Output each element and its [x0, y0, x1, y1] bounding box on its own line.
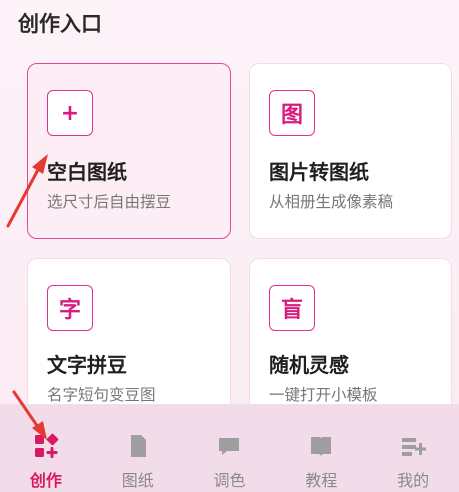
card-random-inspiration[interactable]: 盲 随机灵感 一键打开小模板 [249, 258, 452, 428]
card-title: 空白图纸 [47, 160, 127, 184]
card-title: 随机灵感 [269, 353, 349, 377]
book-icon [311, 437, 332, 456]
card-blank-canvas[interactable]: + 空白图纸 选尺寸后自由摆豆 [27, 63, 231, 239]
card-desc: 从相册生成像素稿 [269, 193, 394, 211]
blind-box-glyph-icon: 盲 [269, 285, 315, 331]
plus-icon: + [47, 90, 93, 136]
document-icon [130, 435, 146, 457]
card-image-to-pattern[interactable]: 图 图片转图纸 从相册生成像素稿 [249, 63, 452, 239]
create-grid-icon [34, 433, 59, 458]
chat-bubble-icon [219, 438, 240, 455]
card-desc: 选尺寸后自由摆豆 [47, 193, 172, 211]
card-text-beads[interactable]: 字 文字拼豆 名字短句变豆图 [27, 258, 231, 428]
tab-label: 图纸 [121, 471, 154, 490]
tab-label: 调色 [213, 471, 246, 490]
card-title: 图片转图纸 [269, 160, 369, 184]
tab-label: 创作 [29, 471, 62, 490]
tab-label: 我的 [397, 471, 430, 490]
image-glyph-icon: 图 [269, 90, 315, 136]
tab-palette[interactable]: 调色 [184, 404, 276, 492]
tab-profile[interactable]: 我的 [367, 404, 459, 492]
tab-label: 教程 [305, 471, 338, 490]
tab-create[interactable]: 创作 [0, 404, 92, 492]
bottom-tab-bar: 创作 图纸 调色 教程 我的 [0, 404, 459, 492]
tab-patterns[interactable]: 图纸 [92, 404, 184, 492]
card-title: 文字拼豆 [47, 353, 127, 377]
text-glyph-icon: 字 [47, 285, 93, 331]
section-title: 创作入口 [18, 12, 102, 36]
tab-tutorial[interactable]: 教程 [275, 404, 367, 492]
profile-list-icon [402, 438, 427, 456]
card-desc: 名字短句变豆图 [47, 386, 156, 404]
card-desc: 一键打开小模板 [269, 386, 378, 404]
